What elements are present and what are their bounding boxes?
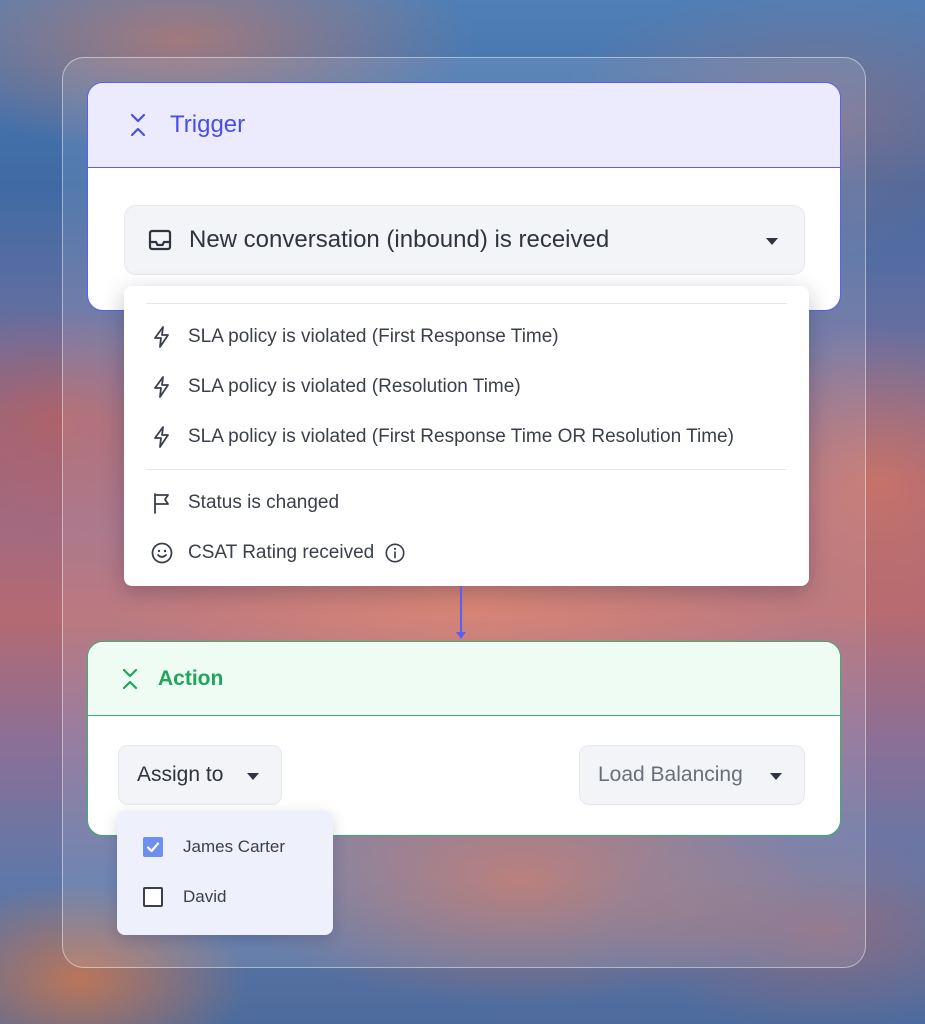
lightning-icon	[154, 326, 169, 348]
collapse-icon[interactable]	[128, 111, 148, 139]
smiley-icon	[151, 542, 173, 564]
menu-item-label: SLA policy is violated (Resolution Time)	[188, 376, 521, 397]
menu-item-label: Status is changed	[188, 492, 340, 513]
inbox-icon	[147, 227, 173, 253]
assignee-option[interactable]: James Carter	[143, 833, 285, 861]
assign-to-dropdown[interactable]: Assign to	[118, 745, 282, 805]
checkbox-unchecked[interactable]	[143, 887, 163, 907]
assign-to-label: Assign to	[137, 763, 224, 786]
menu-item-status-changed[interactable]: Status is changed	[150, 486, 339, 520]
trigger-card: Trigger New conversation (inbound) is re…	[87, 82, 841, 311]
trigger-header[interactable]: Trigger	[88, 83, 840, 168]
flow-connector	[460, 586, 462, 634]
trigger-title: Trigger	[170, 111, 246, 138]
assignee-name: David	[183, 887, 227, 906]
menu-item-sla-first-response[interactable]: SLA policy is violated (First Response T…	[150, 320, 559, 354]
collapse-icon[interactable]	[120, 665, 140, 693]
assignment-method-dropdown[interactable]: Load Balancing	[579, 745, 805, 805]
chevron-down-icon	[770, 773, 782, 780]
lightning-icon	[154, 376, 169, 398]
info-icon[interactable]	[384, 542, 406, 564]
lightning-icon	[154, 426, 169, 448]
menu-item-label: CSAT Rating received	[188, 542, 375, 563]
action-card: Action Assign to Load Balancing	[87, 641, 841, 836]
chevron-down-icon	[247, 773, 259, 780]
menu-item-csat-rating[interactable]: CSAT Rating received	[150, 536, 406, 570]
menu-divider	[146, 303, 787, 304]
menu-item-label: SLA policy is violated (First Response T…	[188, 326, 559, 347]
action-header[interactable]: Action	[88, 642, 840, 716]
menu-divider	[146, 469, 787, 470]
check-icon	[146, 842, 160, 853]
menu-item-sla-either[interactable]: SLA policy is violated (First Response T…	[150, 420, 734, 454]
assignee-name: James Carter	[183, 837, 286, 856]
menu-item-label: SLA policy is violated (First Response T…	[188, 426, 734, 447]
trigger-selected-value: New conversation (inbound) is received	[189, 226, 610, 253]
action-title: Action	[158, 666, 224, 690]
assignee-menu: James Carter David	[117, 811, 333, 935]
trigger-options-menu: SLA policy is violated (First Response T…	[124, 286, 809, 586]
flag-icon	[154, 493, 169, 514]
chevron-down-icon	[766, 238, 778, 245]
assignee-option[interactable]: David	[143, 883, 226, 911]
menu-item-sla-resolution[interactable]: SLA policy is violated (Resolution Time)	[150, 370, 521, 404]
trigger-select[interactable]: New conversation (inbound) is received	[124, 205, 805, 275]
checkbox-checked[interactable]	[143, 837, 163, 857]
assignment-method-label: Load Balancing	[598, 763, 743, 786]
arrow-down-icon	[456, 632, 466, 639]
